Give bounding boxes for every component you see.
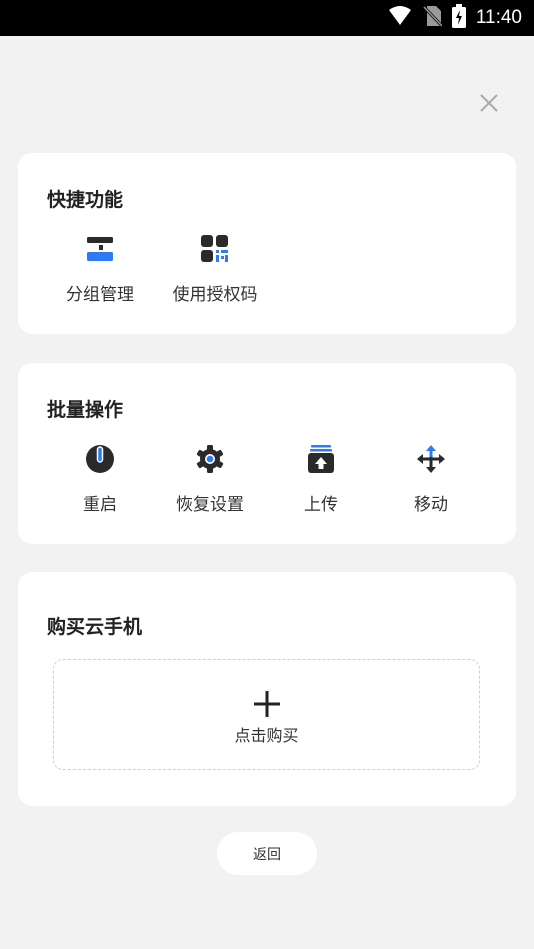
back-button[interactable]: 返回 [217, 832, 317, 875]
upload-label: 上传 [304, 495, 338, 515]
move-icon [417, 445, 445, 473]
buy-button-label: 点击购买 [234, 726, 299, 745]
gear-icon [196, 445, 224, 473]
group-manage-icon [87, 237, 113, 261]
upload-icon [308, 445, 334, 473]
battery-charging-icon [451, 4, 466, 32]
restore-settings-item[interactable]: 恢复设置 [155, 443, 265, 515]
buy-cloud-phone-title: 购买云手机 [47, 616, 143, 638]
wifi-icon [388, 6, 412, 30]
move-label: 移动 [414, 495, 448, 515]
restart-item[interactable]: 重启 [45, 443, 155, 515]
restart-label: 重启 [83, 495, 117, 515]
status-bar: 11:40 [0, 0, 534, 36]
auth-code-label: 使用授权码 [172, 285, 258, 305]
auth-code-icon [201, 235, 228, 262]
buy-button[interactable]: 点击购买 [53, 659, 480, 770]
status-time: 11:40 [475, 7, 522, 28]
quick-functions-title: 快捷功能 [47, 189, 124, 211]
group-manage-item[interactable]: 分组管理 [45, 233, 155, 305]
batch-operations-title: 批量操作 [47, 399, 124, 421]
back-button-label: 返回 [253, 846, 281, 863]
quick-functions-card: 快捷功能 分组管理 使用授权码 [18, 153, 516, 334]
plus-icon [254, 691, 280, 717]
buy-cloud-phone-card: 购买云手机 点击购买 [18, 572, 516, 806]
close-button[interactable] [474, 88, 504, 118]
upload-item[interactable]: 上传 [266, 443, 376, 515]
no-sim-icon [422, 5, 443, 31]
close-icon [480, 94, 498, 112]
power-icon [86, 445, 114, 473]
move-item[interactable]: 移动 [376, 443, 486, 515]
batch-operations-card: 批量操作 重启 恢复设置 上传 移动 [18, 363, 516, 544]
group-manage-label: 分组管理 [66, 285, 134, 305]
auth-code-item[interactable]: 使用授权码 [160, 233, 270, 305]
restore-settings-label: 恢复设置 [176, 495, 244, 515]
